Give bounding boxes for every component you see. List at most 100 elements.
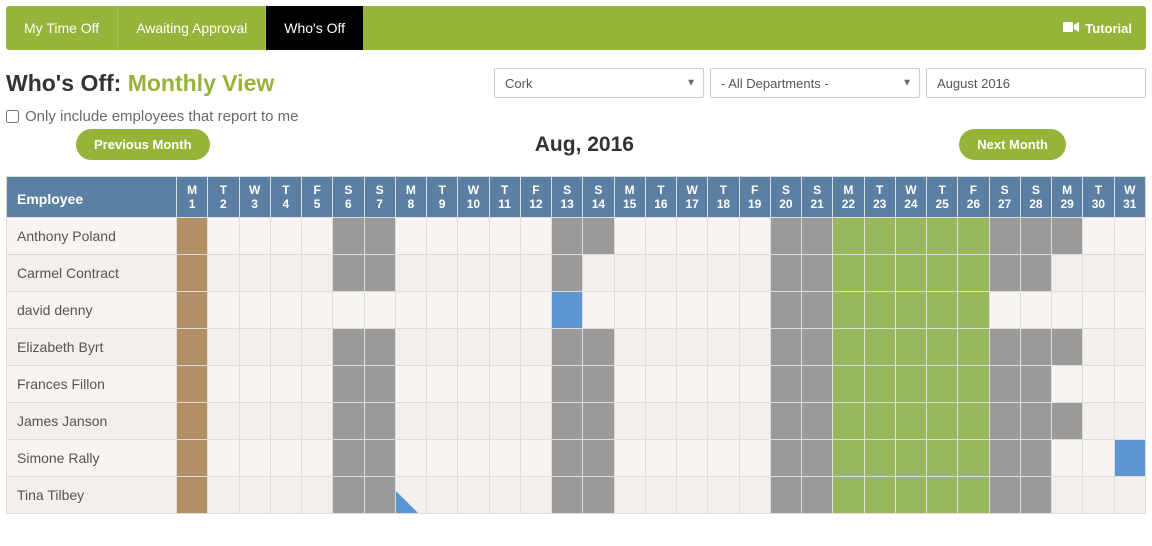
day-cell[interactable] (1052, 329, 1083, 366)
day-cell[interactable] (989, 329, 1020, 366)
day-cell[interactable] (677, 403, 708, 440)
previous-month-button[interactable]: Previous Month (76, 129, 210, 160)
day-cell[interactable] (1020, 329, 1051, 366)
day-cell[interactable] (364, 255, 395, 292)
day-cell[interactable] (864, 329, 895, 366)
day-cell[interactable] (645, 366, 676, 403)
day-cell[interactable] (833, 292, 864, 329)
day-cell[interactable] (395, 366, 426, 403)
day-cell[interactable] (302, 477, 333, 514)
day-cell[interactable] (802, 255, 833, 292)
day-cell[interactable] (333, 329, 364, 366)
day-cell[interactable] (1052, 255, 1083, 292)
day-cell[interactable] (927, 403, 958, 440)
day-cell[interactable] (833, 329, 864, 366)
day-cell[interactable] (1020, 477, 1051, 514)
reports-to-me-checkbox[interactable] (6, 110, 19, 123)
day-cell[interactable] (645, 403, 676, 440)
next-month-button[interactable]: Next Month (959, 129, 1066, 160)
tab-whos-off[interactable]: Who's Off (265, 6, 363, 50)
day-cell[interactable] (364, 329, 395, 366)
day-cell[interactable] (489, 477, 520, 514)
day-cell[interactable] (395, 403, 426, 440)
day-cell[interactable] (739, 440, 770, 477)
day-cell[interactable] (270, 477, 301, 514)
day-cell[interactable] (177, 403, 208, 440)
day-cell[interactable] (364, 477, 395, 514)
day-cell[interactable] (583, 292, 614, 329)
day-cell[interactable] (802, 366, 833, 403)
day-cell[interactable] (1052, 292, 1083, 329)
day-cell[interactable] (395, 477, 426, 514)
day-cell[interactable] (552, 440, 583, 477)
day-cell[interactable] (864, 255, 895, 292)
day-cell[interactable] (614, 255, 645, 292)
day-cell[interactable] (739, 403, 770, 440)
day-cell[interactable] (1052, 440, 1083, 477)
day-cell[interactable] (1020, 366, 1051, 403)
day-cell[interactable] (958, 255, 989, 292)
day-cell[interactable] (1114, 366, 1146, 403)
day-cell[interactable] (770, 477, 801, 514)
day-cell[interactable] (770, 292, 801, 329)
day-cell[interactable] (177, 366, 208, 403)
day-cell[interactable] (833, 477, 864, 514)
day-cell[interactable] (427, 366, 458, 403)
day-cell[interactable] (989, 366, 1020, 403)
day-cell[interactable] (270, 218, 301, 255)
day-cell[interactable] (520, 218, 551, 255)
day-cell[interactable] (645, 255, 676, 292)
day-cell[interactable] (770, 366, 801, 403)
day-cell[interactable] (333, 218, 364, 255)
day-cell[interactable] (1052, 218, 1083, 255)
day-cell[interactable] (645, 218, 676, 255)
day-cell[interactable] (552, 403, 583, 440)
day-cell[interactable] (1083, 255, 1114, 292)
tab-my-time-off[interactable]: My Time Off (6, 6, 117, 50)
day-cell[interactable] (239, 477, 270, 514)
day-cell[interactable] (614, 218, 645, 255)
day-cell[interactable] (302, 218, 333, 255)
day-cell[interactable] (177, 218, 208, 255)
day-cell[interactable] (895, 440, 926, 477)
day-cell[interactable] (489, 329, 520, 366)
day-cell[interactable] (927, 329, 958, 366)
day-cell[interactable] (302, 292, 333, 329)
day-cell[interactable] (927, 366, 958, 403)
day-cell[interactable] (958, 218, 989, 255)
day-cell[interactable] (364, 218, 395, 255)
day-cell[interactable] (1020, 292, 1051, 329)
day-cell[interactable] (708, 292, 739, 329)
day-cell[interactable] (833, 403, 864, 440)
day-cell[interactable] (208, 255, 239, 292)
day-cell[interactable] (927, 292, 958, 329)
day-cell[interactable] (833, 218, 864, 255)
day-cell[interactable] (489, 440, 520, 477)
day-cell[interactable] (1114, 218, 1146, 255)
day-cell[interactable] (177, 477, 208, 514)
day-cell[interactable] (489, 255, 520, 292)
day-cell[interactable] (1083, 403, 1114, 440)
day-cell[interactable] (645, 329, 676, 366)
day-cell[interactable] (427, 292, 458, 329)
day-cell[interactable] (864, 440, 895, 477)
day-cell[interactable] (458, 366, 489, 403)
day-cell[interactable] (395, 440, 426, 477)
tab-awaiting-approval[interactable]: Awaiting Approval (117, 6, 265, 50)
day-cell[interactable] (208, 403, 239, 440)
day-cell[interactable] (395, 218, 426, 255)
day-cell[interactable] (208, 366, 239, 403)
day-cell[interactable] (177, 255, 208, 292)
day-cell[interactable] (270, 440, 301, 477)
day-cell[interactable] (1083, 477, 1114, 514)
day-cell[interactable] (1083, 440, 1114, 477)
day-cell[interactable] (177, 440, 208, 477)
day-cell[interactable] (458, 477, 489, 514)
day-cell[interactable] (1083, 329, 1114, 366)
day-cell[interactable] (895, 403, 926, 440)
day-cell[interactable] (489, 403, 520, 440)
day-cell[interactable] (333, 477, 364, 514)
month-input[interactable] (926, 68, 1146, 98)
day-cell[interactable] (520, 292, 551, 329)
day-cell[interactable] (364, 366, 395, 403)
